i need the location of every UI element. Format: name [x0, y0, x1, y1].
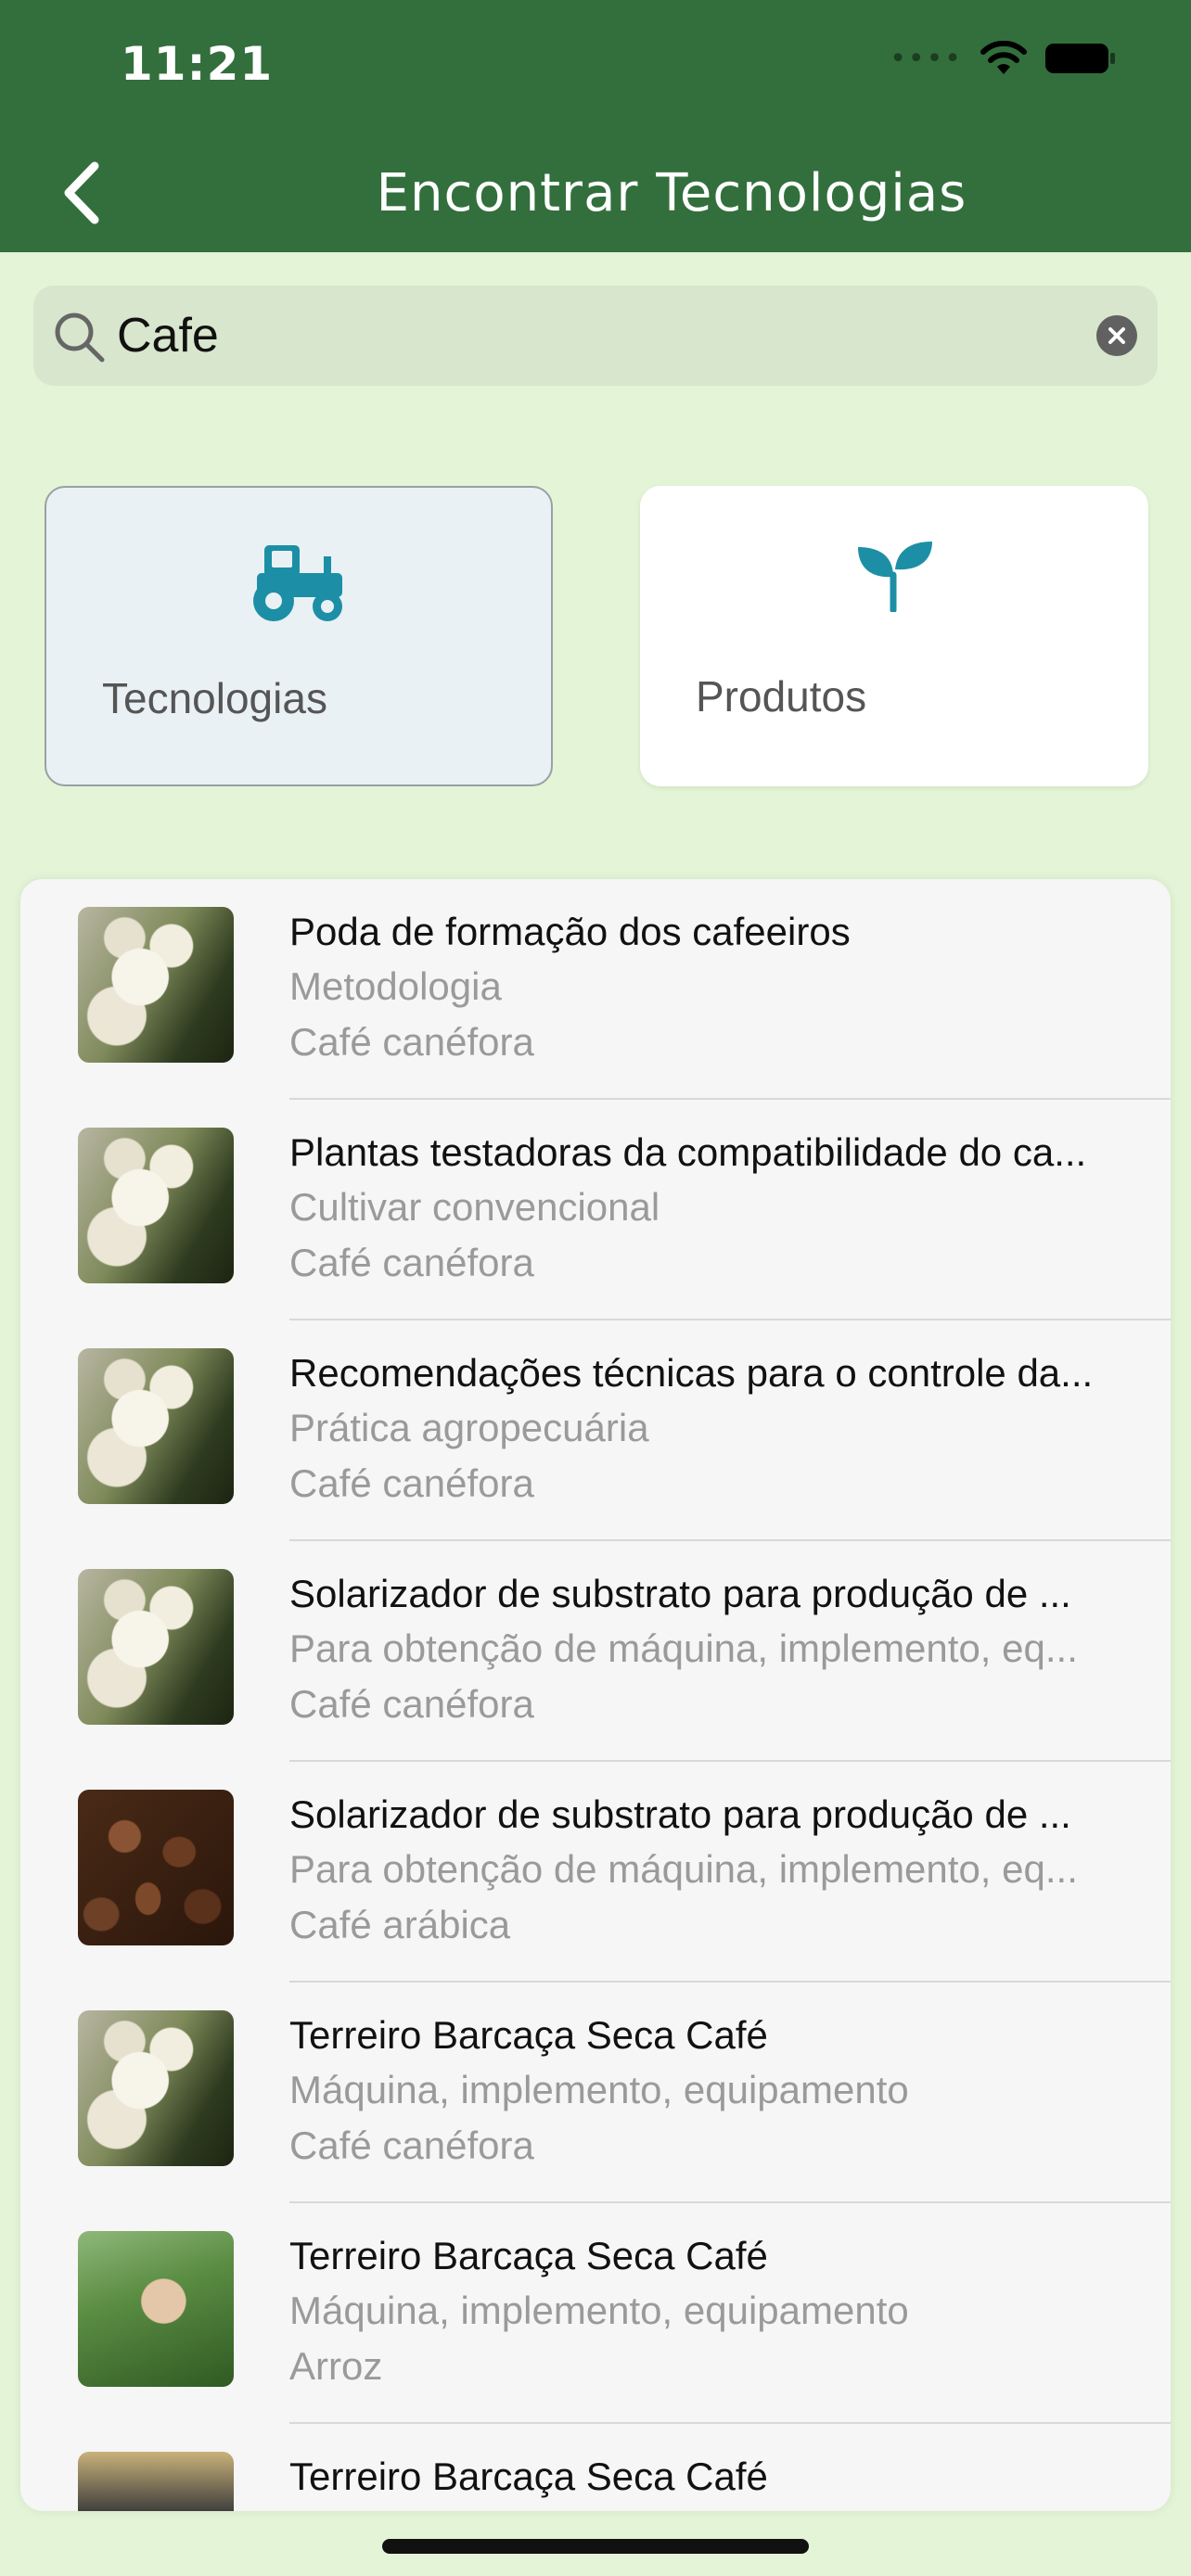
item-type: Metodologia: [289, 964, 502, 1008]
item-crop: Café canéfora: [289, 1682, 534, 1726]
wifi-icon: [980, 41, 1027, 74]
list-item[interactable]: Recomendações técnicas para o controle d…: [20, 1320, 1171, 1541]
list-item[interactable]: Terreiro Barcaça Seca Café: [20, 2424, 1171, 2511]
list-item[interactable]: Plantas testadoras da compatibilidade do…: [20, 1100, 1171, 1320]
item-title: Plantas testadoras da compatibilidade do…: [289, 1130, 1087, 1174]
item-type: Cultivar convencional: [289, 1185, 660, 1229]
category-card-tecnologias[interactable]: Tecnologias: [45, 486, 553, 786]
item-title: Terreiro Barcaça Seca Café: [289, 2455, 768, 2498]
list-item[interactable]: Terreiro Barcaça Seca Café Máquina, impl…: [20, 1983, 1171, 2203]
rice-field-thumbnail: [78, 2231, 234, 2387]
results-list: Poda de formação dos cafeeiros Metodolog…: [20, 879, 1171, 2511]
item-type: Máquina, implemento, equipamento: [289, 2289, 909, 2332]
coffee-flower-thumbnail: [78, 1569, 234, 1725]
coffee-flower-thumbnail: [78, 907, 234, 1063]
list-item[interactable]: Solarizador de substrato para produção d…: [20, 1541, 1171, 1762]
battery-icon: [1045, 44, 1115, 73]
item-title: Recomendações técnicas para o controle d…: [289, 1351, 1094, 1395]
item-title: Terreiro Barcaça Seca Café: [289, 2234, 768, 2277]
list-item[interactable]: Solarizador de substrato para produção d…: [20, 1762, 1171, 1983]
search-icon: [52, 310, 106, 367]
status-time: 11:21: [121, 37, 274, 91]
item-title: Terreiro Barcaça Seca Café: [289, 2013, 768, 2057]
item-type: Para obtenção de máquina, implemento, eq…: [289, 1626, 1078, 1670]
item-crop: Arroz: [289, 2344, 383, 2388]
item-type: Prática agropecuária: [289, 1406, 649, 1449]
category-label-produtos: Produtos: [696, 672, 867, 721]
list-item[interactable]: Terreiro Barcaça Seca Café Máquina, impl…: [20, 2203, 1171, 2424]
item-crop: Café canéfora: [289, 1241, 534, 1284]
coffee-flower-thumbnail: [78, 1348, 234, 1504]
clear-search-button[interactable]: [1096, 315, 1137, 356]
dark-grains-thumbnail: [78, 2452, 234, 2511]
page-title: Encontrar Tecnologias: [376, 163, 967, 223]
item-title: Solarizador de substrato para produção d…: [289, 1572, 1071, 1615]
cellular-signal-icon: ••••: [890, 42, 963, 75]
coffee-beans-thumbnail: [78, 1790, 234, 1945]
item-type: Máquina, implemento, equipamento: [289, 2068, 909, 2111]
item-crop: Café canéfora: [289, 1461, 534, 1505]
item-crop: Café canéfora: [289, 1020, 534, 1064]
item-title: Solarizador de substrato para produção d…: [289, 1792, 1071, 1836]
status-icons: ••••: [890, 41, 1117, 76]
category-card-produtos[interactable]: Produtos: [640, 486, 1148, 786]
item-type: Para obtenção de máquina, implemento, eq…: [289, 1847, 1078, 1891]
item-crop: Café arábica: [289, 1903, 511, 1946]
coffee-flower-thumbnail: [78, 1128, 234, 1283]
item-crop: Café canéfora: [289, 2123, 534, 2167]
sprout-icon: [858, 542, 932, 612]
tractor-icon: [253, 545, 342, 621]
category-label-tecnologias: Tecnologias: [102, 674, 327, 722]
coffee-flower-thumbnail: [78, 2010, 234, 2166]
search-input[interactable]: [117, 304, 1072, 367]
list-item[interactable]: Poda de formação dos cafeeiros Metodolog…: [20, 879, 1171, 1100]
close-icon: [1108, 327, 1125, 344]
search-bar: [33, 286, 1158, 386]
item-title: Poda de formação dos cafeeiros: [289, 910, 851, 953]
home-indicator: [382, 2539, 809, 2554]
app-header: 11:21 •••• Encontrar Tecnologias: [0, 0, 1191, 252]
